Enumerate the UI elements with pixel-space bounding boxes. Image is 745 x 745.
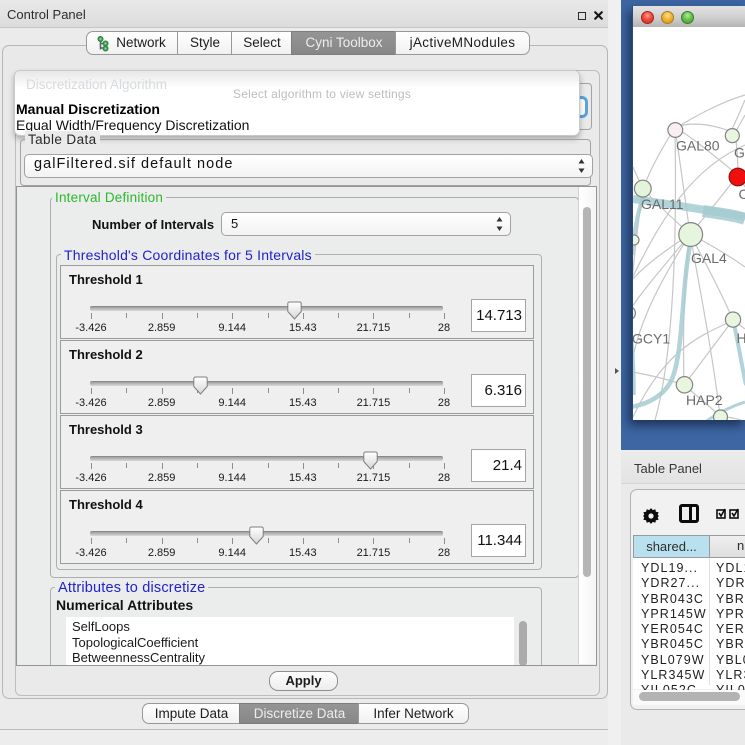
svg-text:G.: G. [734,145,745,161]
svg-text:HAP2: HAP2 [686,392,723,408]
svg-text:GCY1: GCY1 [633,331,670,347]
svg-text:H: H [737,330,745,346]
svg-text:GAL11: GAL11 [641,196,684,212]
svg-text:GAL80: GAL80 [676,138,720,154]
svg-text:GAL4: GAL4 [691,250,727,266]
svg-text:C: C [739,186,745,202]
